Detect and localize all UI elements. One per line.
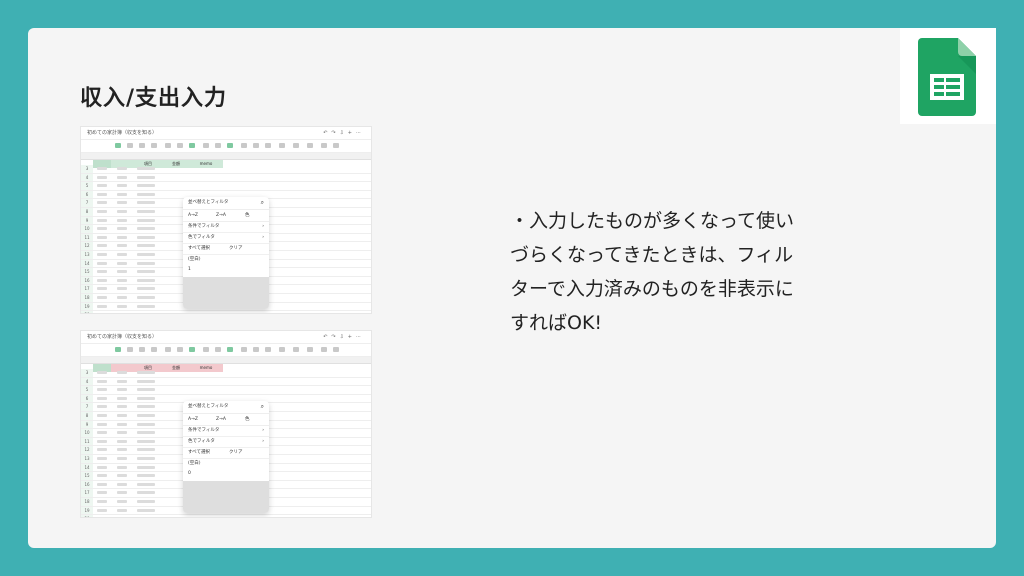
sort-filter-panel: 並べ替えとフィルタ ⌕ A→Z Z→A 色 条件でフィルタ › 色でフィルタ › すべ…: [183, 401, 269, 513]
sort-filter-panel: 並べ替えとフィルタ ⌕ A→Z Z→A 色 条件でフィルタ › 色でフィルタ › すべ…: [183, 197, 269, 309]
topbar-icons: ↶↷⇩+⋯: [323, 334, 365, 340]
doc-title: 初めての家計簿（収支を知る）: [87, 334, 158, 340]
clear-button[interactable]: クリア: [229, 448, 243, 458]
search-icon[interactable]: ⌕: [261, 401, 264, 413]
sort-za-button[interactable]: Z→A: [216, 210, 226, 221]
spreadsheet-screenshot-1: 初めての家計簿（収支を知る） ↶↷⇩+⋯ 項目 金額 memo 3 4 5 6 …: [80, 126, 372, 314]
filter-by-value[interactable]: 色でフィルタ: [188, 439, 215, 444]
sort-az-button[interactable]: A→Z: [188, 210, 198, 221]
filter-by-condition[interactable]: 条件でフィルタ: [188, 428, 219, 433]
topbar-icons: ↶↷⇩+⋯: [323, 130, 365, 136]
chevron-right-icon: ›: [262, 439, 264, 444]
checkbox-blank[interactable]: (空白): [188, 257, 201, 262]
slide-title: 収入/支出入力: [80, 86, 228, 111]
spreadsheet-screenshot-2: 初めての家計簿（収支を知る） ↶↷⇩+⋯ 項目 金額 memo 3 4 5 6 …: [80, 330, 372, 518]
sort-az-button[interactable]: A→Z: [188, 414, 198, 425]
panel-header: 並べ替えとフィルタ: [188, 200, 229, 205]
sort-color-button[interactable]: 色: [245, 414, 250, 425]
sheet-topbar: 初めての家計簿（収支を知る） ↶↷⇩+⋯: [81, 127, 371, 139]
column-letters: [81, 357, 371, 364]
sort-color-button[interactable]: 色: [245, 210, 250, 221]
doc-title: 初めての家計簿（収支を知る）: [87, 130, 158, 136]
panel-header: 並べ替えとフィルタ: [188, 404, 229, 409]
clear-button[interactable]: クリア: [229, 244, 243, 254]
body-line: づらくなってきたときは、フィル: [510, 244, 794, 266]
sheet-topbar: 初めての家計簿（収支を知る） ↶↷⇩+⋯: [81, 331, 371, 343]
slide-body: ・入力したものが多くなって使い づらくなってきたときは、フィル ターで入力済みの…: [510, 204, 880, 340]
panel-footer: [183, 277, 269, 309]
select-all-button[interactable]: すべて選択: [188, 246, 210, 251]
google-sheets-icon: [918, 38, 976, 116]
checkbox-blank[interactable]: (空白): [188, 461, 201, 466]
checkbox-value[interactable]: 1: [188, 267, 191, 272]
panel-footer: [183, 481, 269, 513]
sheet-toolbar: [81, 139, 371, 153]
column-letters: [81, 153, 371, 160]
body-line: ・入力したものが多くなって使い: [510, 210, 795, 232]
filter-by-condition[interactable]: 条件でフィルタ: [188, 224, 219, 229]
sort-za-button[interactable]: Z→A: [216, 414, 226, 425]
sheet-toolbar: [81, 343, 371, 357]
checkbox-value[interactable]: 0: [188, 471, 191, 476]
chevron-right-icon: ›: [262, 235, 264, 240]
body-line: すればOK!: [510, 312, 603, 334]
search-icon[interactable]: ⌕: [261, 197, 264, 209]
body-line: ターで入力済みのものを非表示に: [510, 278, 794, 300]
select-all-button[interactable]: すべて選択: [188, 450, 210, 455]
filter-by-value[interactable]: 色でフィルタ: [188, 235, 215, 240]
chevron-right-icon: ›: [262, 224, 264, 229]
chevron-right-icon: ›: [262, 428, 264, 433]
logo-container: [900, 28, 996, 124]
